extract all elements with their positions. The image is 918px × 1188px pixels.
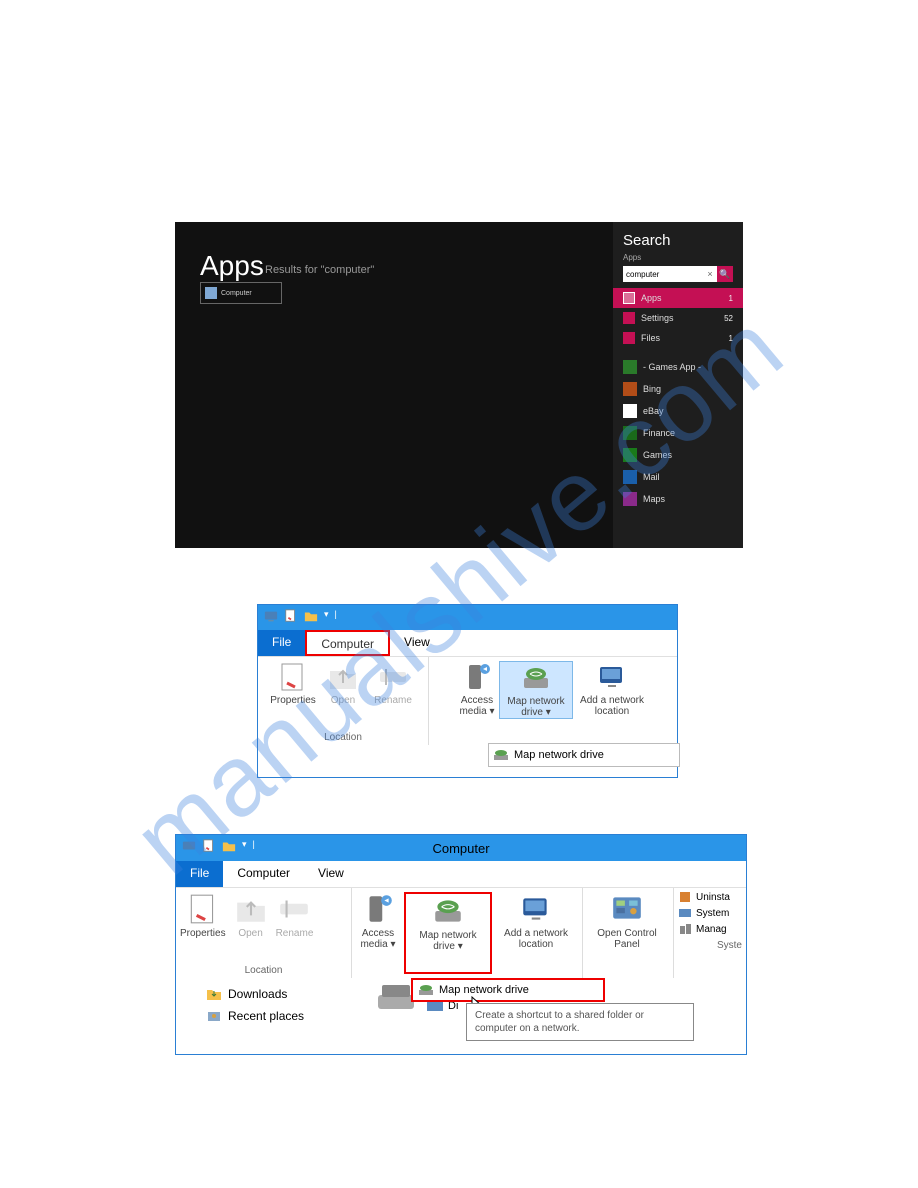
tab-view[interactable]: View [304,861,358,887]
properties-small-icon[interactable] [202,839,216,853]
properties-small-icon[interactable] [284,609,298,623]
finance-icon [623,426,637,440]
explorer-ribbon-large: Computer ▾ | File Computer View Properti… [175,834,747,1055]
app-maps[interactable]: Maps [613,488,743,510]
properties-button[interactable]: Properties [176,892,230,963]
tab-computer[interactable]: Computer [305,630,390,656]
manage-button[interactable]: Manag [678,922,742,936]
explorer-ribbon-small: ▾ | File Computer View Properties Open [257,604,678,778]
nav-recent-places[interactable]: Recent places [206,1008,304,1024]
qat-dropdown-icon[interactable]: ▾ [242,839,247,853]
ribbon-tabs: File Computer View [258,630,677,657]
properties-button[interactable]: Properties [268,661,318,706]
settings-category-icon [623,312,635,324]
bing-icon [623,382,637,396]
rename-icon [277,892,311,926]
win8-search-screenshot: Apps Results for "computer" Computer Sea… [175,222,743,548]
rename-button: Rename [368,661,418,706]
map-drive-dropdown-item[interactable]: Map network drive [488,743,680,767]
files-category-icon [623,332,635,344]
map-drive-small-icon [418,984,434,997]
group-system-label: Syste [674,938,746,953]
tab-file[interactable]: File [176,861,223,887]
window-title: Computer [176,835,746,861]
manage-icon [678,922,692,936]
access-media-button[interactable]: Access media ▾ [352,892,404,974]
app-finance[interactable]: Finance [613,422,743,444]
results-subtitle: Results for "computer" [265,264,374,276]
group-location-label: Location [324,730,362,745]
monitor-small-icon [426,1000,444,1014]
uninstall-button[interactable]: Uninsta [678,890,742,904]
app-bing[interactable]: Bing [613,378,743,400]
computer-small-icon [264,609,278,623]
properties-icon [186,892,220,926]
open-icon [234,892,268,926]
system-icon [678,906,692,920]
app-games[interactable]: - Games App - [613,356,743,378]
open-button: Open [318,661,368,706]
computer-tile-label: Computer [221,290,252,297]
folder-small-icon[interactable] [304,609,318,623]
open-button: Open [230,892,272,963]
nav-downloads[interactable]: Downloads [206,986,287,1002]
search-charm: Search Apps × 🔍 Apps 1 Settings 52 Files… [613,222,743,548]
system-properties-button[interactable]: System [678,906,742,920]
mail-icon [623,470,637,484]
tab-view[interactable]: View [390,630,444,656]
recent-places-icon [206,1008,222,1024]
rename-icon [377,661,409,693]
app-ebay[interactable]: eBay [613,400,743,422]
map-network-drive-button[interactable]: Map network drive ▾ [499,661,573,719]
folder-small-icon[interactable] [222,839,236,853]
apps-category-icon [623,292,635,304]
add-network-location-button[interactable]: Add a network location [573,661,651,717]
games-app-icon [623,360,637,374]
games-icon [623,448,637,462]
map-drive-small-icon [493,748,509,762]
map-network-drive-button[interactable]: Map network drive ▾ [404,892,492,974]
computer-icon [205,287,217,299]
category-settings[interactable]: Settings 52 [613,308,743,328]
search-icon[interactable]: 🔍 [717,266,733,282]
app-mail[interactable]: Mail [613,466,743,488]
group-location-label: Location [176,963,351,978]
open-icon [327,661,359,693]
app-games2[interactable]: Games [613,444,743,466]
category-files[interactable]: Files 1 [613,328,743,348]
category-apps[interactable]: Apps 1 [613,288,743,308]
search-input[interactable] [623,266,703,282]
uninstall-icon [678,890,692,904]
add-network-location-icon [519,892,553,926]
control-panel-icon [610,892,644,926]
computer-small-icon [182,839,196,853]
downloads-icon [206,986,222,1002]
map-network-drive-icon [431,894,465,928]
drive-icon [376,983,416,1013]
access-media-icon [361,892,395,926]
apps-title: Apps [200,250,264,282]
access-media-icon [461,661,493,693]
map-drive-menuitem[interactable]: Map network drive [411,978,605,1002]
access-media-button[interactable]: Access media ▾ [455,661,499,717]
clear-icon[interactable]: × [703,266,717,282]
maps-icon [623,492,637,506]
qat-dropdown-icon[interactable]: ▾ [324,609,329,623]
add-network-location-button[interactable]: Add a network location [492,892,580,974]
map-network-drive-icon [520,662,552,694]
computer-result-tile[interactable]: Computer [200,282,282,304]
ribbon-tabs: File Computer View [176,861,746,888]
properties-icon [277,661,309,693]
search-header: Search [613,222,743,253]
tab-file[interactable]: File [258,630,305,656]
add-network-location-icon [596,661,628,693]
tooltip: Create a shortcut to a shared folder or … [466,1003,694,1041]
open-control-panel-button[interactable]: Open Control Panel [583,892,671,974]
search-scope-label: Apps [613,253,743,266]
ebay-icon [623,404,637,418]
tab-computer[interactable]: Computer [223,861,304,887]
rename-button: Rename [272,892,318,963]
